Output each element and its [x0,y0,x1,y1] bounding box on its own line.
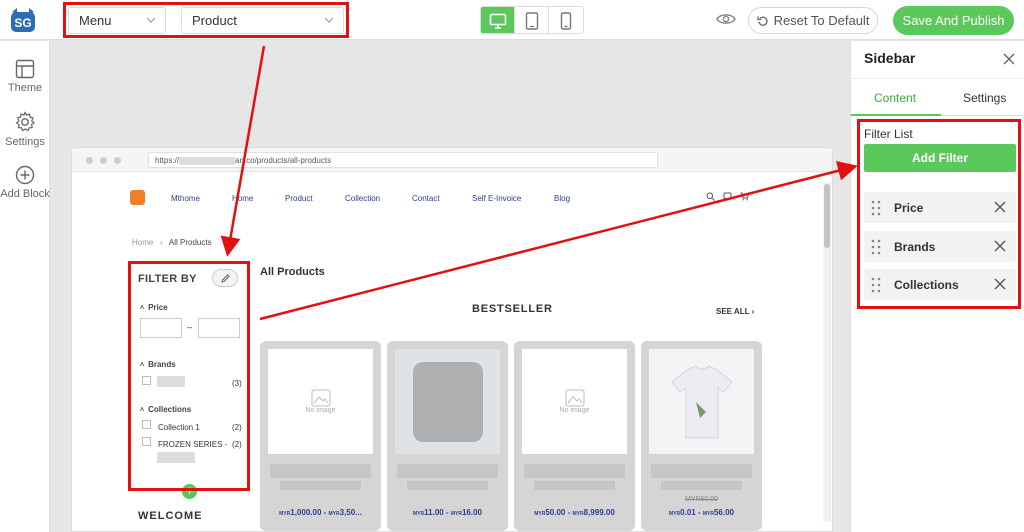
highlight-box-selects [63,2,349,38]
rail-item-label: Add Block [0,188,50,200]
product-image [395,349,500,454]
site-logo[interactable] [130,190,145,205]
welcome-heading: WELCOME [138,510,203,522]
product-image [649,349,754,454]
active-tab-indicator [851,114,941,116]
rail-item-add-block[interactable]: Add Block [0,165,50,200]
breadcrumb-separator: › [155,238,168,247]
nav-link[interactable]: Contact [412,194,440,203]
product-subtitle-redacted [661,481,742,490]
window-dot [100,157,107,164]
layout-icon [15,59,35,79]
eye-icon[interactable] [716,11,736,27]
product-card[interactable]: MYR50.00 MYR0.01 - MYR56.00 [641,341,762,531]
app-logo[interactable]: SG [8,6,38,34]
close-icon[interactable] [1002,52,1016,66]
gear-icon [15,111,35,132]
nav-link[interactable]: Home [232,194,253,203]
site-nav: Mthome Home Product Collection Contact S… [130,190,770,206]
nav-link[interactable]: Blog [554,194,570,203]
product-old-price: MYR50.00 [684,496,719,503]
product-card[interactable]: No image MYR50.00 - MYR8,999.00 [514,341,635,531]
tablet-icon [525,12,538,30]
reset-label: Reset To Default [773,13,870,28]
no-image-label: No image [305,407,336,414]
rail-item-label: Settings [5,136,45,148]
plus-circle-icon [15,165,35,185]
product-subtitle-redacted [407,481,488,490]
sidebar-tabs: Content Settings [851,78,1024,116]
product-price: MYR50.00 - MYR8,999.00 [534,508,615,517]
chat-icon[interactable] [723,192,732,201]
product-title-redacted [524,464,625,478]
window-dot [114,157,121,164]
browser-chrome: https:// an.co/products/all-products [72,148,832,172]
url-redacted [179,156,236,165]
product-subtitle-redacted [280,481,361,490]
scrollbar-thumb[interactable] [824,184,830,248]
svg-text:SG: SG [14,16,31,30]
product-title-redacted [270,464,371,478]
url-bar: https:// an.co/products/all-products [148,152,658,168]
left-rail: Theme Settings Add Block [0,41,50,532]
tablet-view-button[interactable] [515,7,549,33]
top-bar: SG Menu Product Reset To Default Save An… [0,0,1024,40]
product-image: No image [522,349,627,454]
nav-link[interactable]: Product [285,194,313,203]
page-heading: All Products [260,266,325,278]
nav-link[interactable]: Mthome [171,194,200,203]
no-image-label: No image [559,407,590,414]
sidebar-title: Sidebar [864,50,916,66]
product-card[interactable]: No image MYR1,000.00 - MYR3,50... [260,341,381,531]
image-placeholder-icon [565,389,584,407]
section-heading: BESTSELLER [472,303,553,315]
product-image: No image [268,349,373,454]
preview-scrollbar[interactable] [823,182,831,522]
product-title-redacted [397,464,498,478]
see-all-link[interactable]: SEE ALL › [716,307,754,316]
product-price: MYR1,000.00 - MYR3,50... [279,508,362,517]
reset-to-default-button[interactable]: Reset To Default [748,7,878,34]
product-price: MYR11.00 - MYR16.00 [413,508,482,517]
nav-icons [706,192,749,201]
product-card[interactable]: MYR11.00 - MYR16.00 [387,341,508,531]
blurred-product-photo [412,361,483,442]
search-icon[interactable] [706,192,715,201]
product-title-redacted [651,464,752,478]
tshirt-photo [670,364,733,438]
mobile-view-button[interactable] [549,7,583,33]
see-all-label: SEE ALL [716,307,750,316]
url-prefix: https:// [155,156,180,165]
rail-item-settings[interactable]: Settings [0,111,50,148]
url-suffix: an.co/products/all-products [235,156,332,165]
desktop-view-button[interactable] [481,7,515,33]
rail-item-label: Theme [7,82,43,94]
breadcrumb-current: All Products [168,238,212,247]
nav-link[interactable]: Collection [345,194,380,203]
device-switcher [480,6,584,34]
desktop-icon [489,13,506,29]
nav-link[interactable]: Self E-Invoice [472,194,521,203]
save-and-publish-button[interactable]: Save And Publish [893,6,1014,35]
tab-settings[interactable]: Settings [963,91,1006,105]
image-placeholder-icon [311,389,330,407]
highlight-box-filter-list [857,119,1021,309]
window-dot [86,157,93,164]
rail-item-theme[interactable]: Theme [0,59,50,94]
tab-content[interactable]: Content [874,91,916,105]
breadcrumb-home[interactable]: Home [132,238,153,247]
highlight-box-filter-panel [128,261,250,491]
mobile-icon [560,12,572,30]
product-subtitle-redacted [534,481,615,490]
undo-icon [756,16,768,26]
product-price: MYR0.01 - MYR56.00 [669,508,734,517]
breadcrumb: Home › All Products [132,238,212,247]
cart-icon[interactable] [740,192,749,201]
